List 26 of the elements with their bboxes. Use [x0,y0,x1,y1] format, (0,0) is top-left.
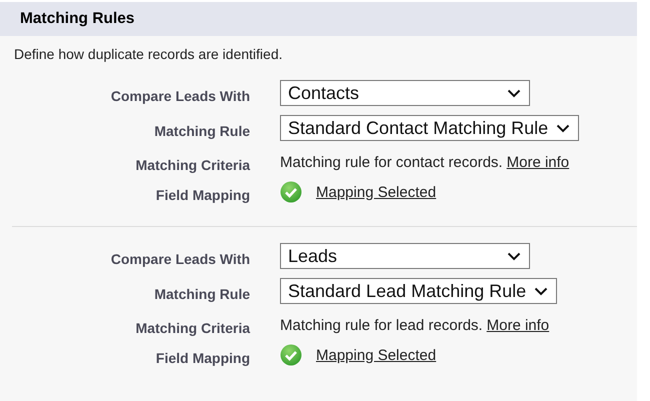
field-label: Field Mapping [156,187,250,203]
chevron-down-icon [534,286,548,296]
chevron-down-icon [556,124,570,132]
check-circle-icon [280,344,302,366]
section-description: Define how duplicate records are identified. [13,45,284,64]
mapping-selected-link[interactable]: Mapping Selected [316,184,436,200]
matching-rule-dropdown[interactable]: Standard Contact Matching Rule [280,115,580,141]
compare-dropdown[interactable]: Contacts [280,80,530,106]
criteria-text: Matching rule for contact records. [280,154,503,170]
matching-rule-dropdown[interactable]: Standard Lead Matching Rule [280,278,558,304]
field-label: Matching Rule [154,122,250,138]
field-label: Compare Leads With [110,250,250,266]
chevron-down-icon [507,88,521,98]
chevron-down-icon [507,252,521,260]
more-info-link[interactable]: More info [486,316,550,334]
field-label: Matching Rule [154,286,250,302]
check-circle-icon [280,181,302,203]
field-label: Matching Criteria [136,320,250,336]
field-label: Field Mapping [156,350,250,366]
field-label: Matching Criteria [136,157,250,173]
section-title: Matching Rules [20,10,135,28]
mapping-selected-link[interactable]: Mapping Selected [316,346,436,364]
compare-dropdown[interactable]: Leads [280,243,530,269]
criteria-text: Matching rule for lead records. [280,316,483,334]
field-label: Compare Leads With [110,88,250,104]
more-info-link[interactable]: More info [506,154,570,170]
